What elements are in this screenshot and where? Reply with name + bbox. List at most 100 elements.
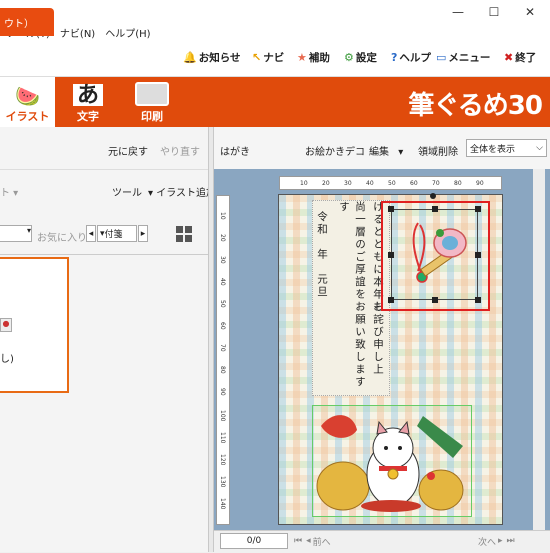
ruler-tick-v: 10 — [219, 212, 226, 220]
redo-button[interactable]: やり直す — [160, 143, 200, 158]
favorites-label: お気に入り — [37, 233, 87, 244]
vertical-scrollbar[interactable] — [533, 169, 545, 530]
delete-area-button[interactable]: 領域削除 — [418, 143, 458, 158]
question-icon: ? — [391, 51, 398, 64]
vertical-ruler: 10 20 30 40 50 60 70 80 90 100 110 120 130 140 — [216, 195, 230, 525]
partial-label: ト ▾ — [0, 188, 19, 199]
view-select-value: 全体を表示 — [470, 144, 516, 155]
illust-button[interactable]: 🍉 イラスト — [0, 77, 55, 127]
add-illust-dropdown[interactable]: ▾ イラスト追加 — [148, 184, 216, 199]
message-text-box[interactable]: げるとともに本年も お詫び申し上 尚一層のご厚誼をお願い致します す 令和 年 … — [312, 200, 390, 396]
ruler-tick-v: 50 — [219, 300, 226, 308]
tag-next-button[interactable]: ▸ — [138, 225, 148, 242]
illust-label: イラスト — [5, 110, 50, 123]
page-counter: 0/0 — [220, 533, 288, 549]
menu-navi[interactable]: ナビ(N) — [60, 25, 95, 40]
exit-link[interactable]: ✖ 終了 — [504, 50, 536, 65]
chevron-down-icon: ⌵ — [536, 143, 543, 153]
star-icon: ★ — [297, 51, 307, 64]
pointer-icon: ↖ — [252, 51, 262, 64]
ruler-tick-v: 70 — [219, 344, 226, 352]
support-link[interactable]: ★ 補助 — [297, 50, 330, 65]
minimize-button[interactable]: — — [440, 0, 476, 24]
tool-label: ツール — [112, 188, 142, 199]
close-window-button[interactable]: ✕ — [512, 0, 548, 24]
ruler-tick-v: 120 — [219, 454, 226, 466]
tab-layout[interactable]: ウト） — [0, 8, 54, 36]
menu-help[interactable]: ヘルプ(H) — [105, 25, 150, 40]
edit-label: 編集 — [369, 147, 389, 158]
next-label: 次へ — [478, 537, 497, 548]
gear-icon: ⚙ — [344, 51, 354, 64]
ruler-tick-v: 90 — [219, 388, 226, 396]
ruler-tick-v: 20 — [219, 234, 226, 242]
view-select[interactable]: 全体を表示 ⌵ — [466, 139, 547, 157]
print-label: 印刷 — [141, 110, 163, 123]
message-line-4: す — [338, 201, 350, 214]
thumbnail-caption: し) — [0, 354, 14, 365]
oekaki-button[interactable]: お絵かきデコ — [305, 143, 365, 158]
ruler-tick-h: 10 — [300, 180, 308, 187]
rotate-handle[interactable] — [430, 193, 436, 199]
partial-text: ト — [0, 188, 10, 199]
tag-select[interactable]: ▾ 付箋 — [97, 225, 137, 242]
window-icon: ▭ — [436, 51, 447, 64]
divider-line — [0, 254, 208, 255]
message-line-3: 尚一層のご厚誼をお願い致します — [354, 201, 366, 389]
grid-view-icon[interactable] — [176, 226, 192, 242]
ruler-tick-h: 50 — [388, 180, 396, 187]
next-page-button[interactable]: 次へ ▸ ⏭ — [478, 533, 533, 549]
maximize-button[interactable]: ☐ — [476, 0, 512, 24]
tag-prev-button[interactable]: ◂ — [86, 225, 96, 242]
navi-link[interactable]: ↖ ナビ — [252, 50, 284, 65]
date-line: 令和 年 元旦 — [316, 211, 328, 299]
ruler-tick-v: 30 — [219, 256, 226, 264]
chevron-down-icon: ▾ — [148, 188, 154, 199]
ruler-tick-h: 20 — [322, 180, 330, 187]
print-button[interactable]: 印刷 — [124, 77, 180, 127]
prev-page-button[interactable]: ⏮ ◂ 前へ — [294, 533, 362, 549]
ruler-tick-v: 100 — [219, 410, 226, 422]
chevron-down-icon: ▾ — [398, 147, 404, 158]
edit-dropdown[interactable]: 編集 ▾ — [369, 143, 403, 158]
settings-link[interactable]: ⚙ 設定 — [344, 50, 377, 65]
ruler-tick-v: 80 — [219, 366, 226, 374]
divider-line — [0, 169, 208, 170]
ruler-tick-v: 130 — [219, 476, 226, 488]
category-select[interactable]: ▾ — [0, 225, 32, 242]
brand-logo: 筆ぐるめ30 — [408, 91, 543, 121]
watermelon-icon: 🍉 — [15, 84, 40, 108]
ruler-tick-v: 140 — [219, 498, 226, 510]
horizontal-ruler: 10 20 30 40 50 60 70 80 90 — [279, 176, 502, 190]
ruler-tick-h: 60 — [410, 180, 418, 187]
ruler-tick-h: 70 — [432, 180, 440, 187]
hagaki-label: はがき — [220, 147, 250, 158]
help-label: ヘルプ — [399, 52, 431, 64]
menu-bar: ツール(T) ナビ(N) ヘルプ(H) — [0, 24, 550, 40]
selection-handles[interactable] — [388, 206, 481, 303]
news-link[interactable]: 🔔 お知らせ — [183, 50, 241, 65]
prev-icon: ◂ — [306, 536, 311, 546]
menu-link[interactable]: ▭ メニュー — [436, 50, 490, 65]
ruler-tick-h: 90 — [476, 180, 484, 187]
x-icon: ✖ — [504, 51, 514, 64]
undo-button[interactable]: 元に戻す — [108, 143, 148, 158]
first-page-icon: ⏮ — [294, 536, 303, 546]
help-link[interactable]: ? ヘルプ — [391, 50, 431, 65]
navi-label: ナビ — [263, 52, 285, 64]
text-label: 文字 — [77, 110, 99, 123]
next-icon: ▸ — [498, 536, 503, 546]
ruler-tick-v: 110 — [219, 432, 226, 444]
ruler-tick-v: 60 — [219, 322, 226, 330]
support-label: 補助 — [308, 52, 330, 64]
menu-label: メニュー — [448, 52, 491, 64]
settings-label: 設定 — [355, 52, 377, 64]
lucky-cat-illustration[interactable] — [312, 405, 472, 517]
text-button[interactable]: あ 文字 — [62, 77, 114, 127]
ruler-tick-v: 40 — [219, 278, 226, 286]
message-line-2: お詫び申し上 — [372, 301, 384, 376]
ruler-tick-h: 40 — [366, 180, 374, 187]
last-page-icon: ⏭ — [506, 536, 515, 546]
tool-dropdown[interactable]: ツール — [112, 184, 142, 199]
brush-text-icon: あ — [72, 84, 103, 106]
